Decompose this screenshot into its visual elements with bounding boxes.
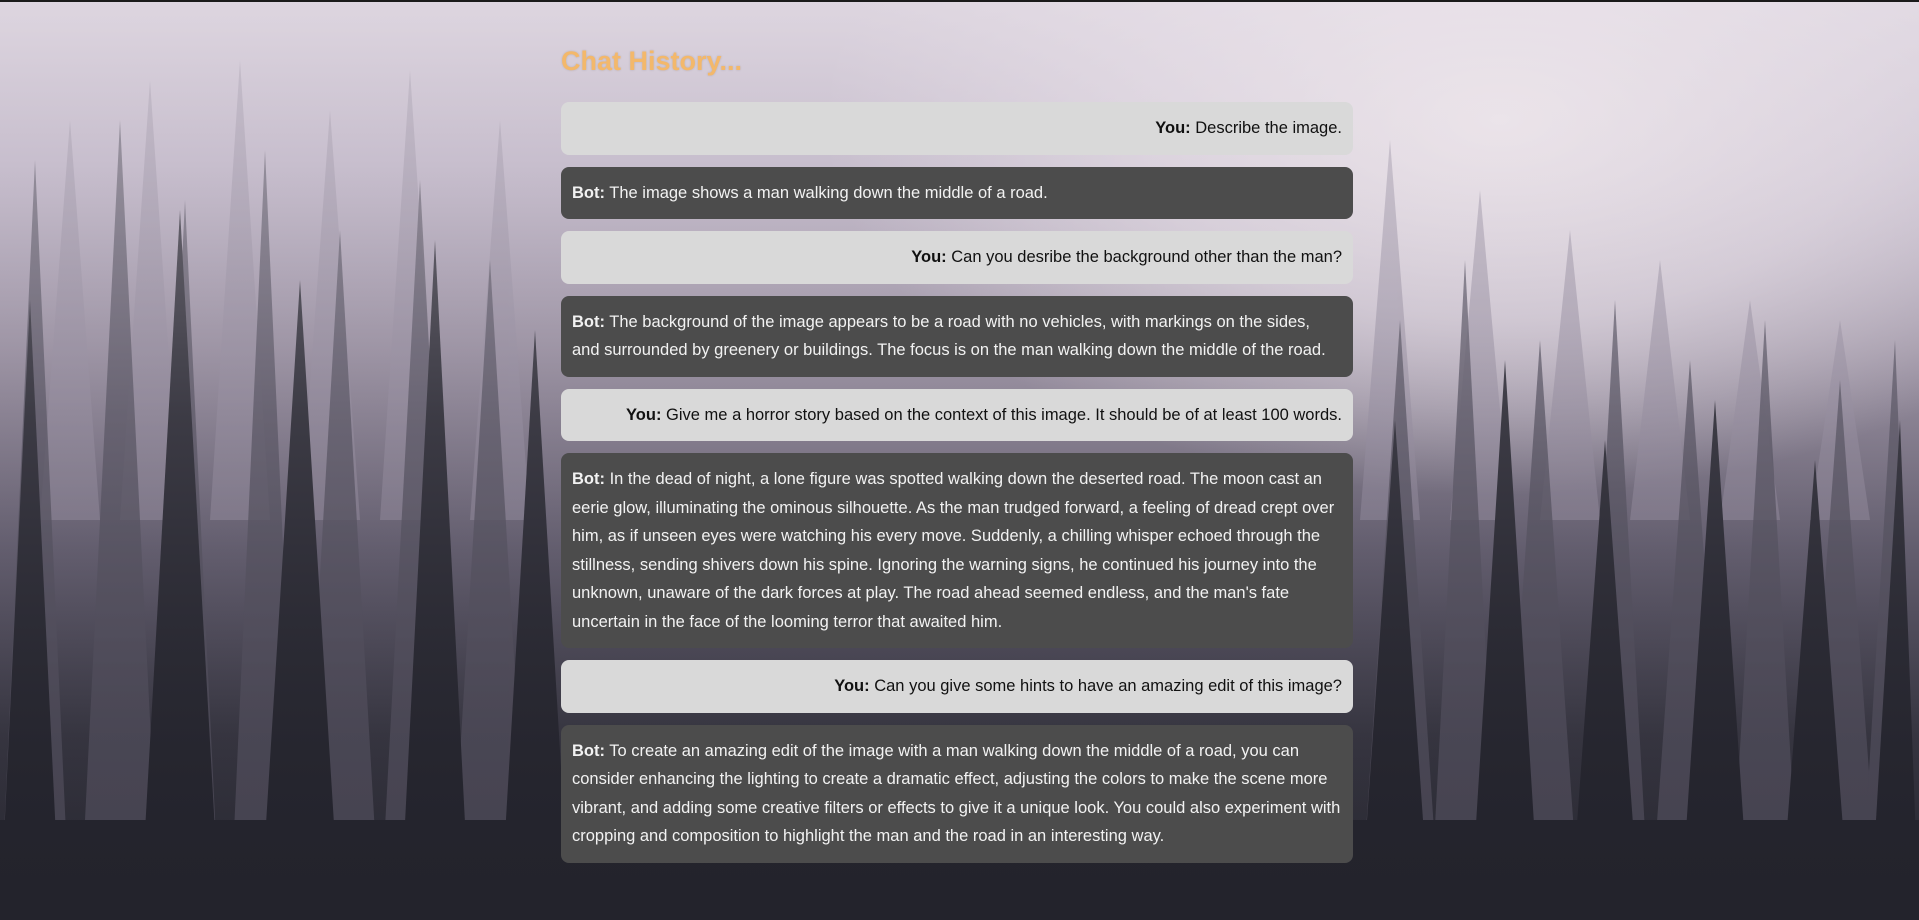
message-text: Can you desribe the background other tha… [951,248,1342,266]
speaker-label: You: [834,677,870,695]
top-border [0,0,1919,2]
message-text: Can you give some hints to have an amazi… [874,677,1342,695]
page-title: Chat History... [561,46,743,76]
message-text: The image shows a man walking down the m… [609,183,1048,202]
speaker-label: You: [1155,119,1191,137]
bot-message: Bot: To create an amazing edit of the im… [561,724,1353,863]
bot-message: Bot: The background of the image appears… [561,295,1353,377]
user-message: You: Give me a horror story based on the… [561,388,1353,441]
message-text: The background of the image appears to b… [572,312,1326,360]
speaker-label: Bot: [572,312,605,331]
bot-message: Bot: The image shows a man walking down … [561,166,1353,219]
user-message: You: Can you give some hints to have an … [561,660,1353,713]
message-list: You: Describe the image. Bot: The image … [561,102,1353,863]
message-text: In the dead of night, a lone figure was … [572,470,1335,631]
user-message: You: Describe the image. [561,102,1353,155]
speaker-label: You: [911,248,947,266]
speaker-label: Bot: [572,183,605,202]
speaker-label: Bot: [572,470,605,488]
bot-message: Bot: In the dead of night, a lone figure… [561,453,1353,648]
message-text: To create an amazing edit of the image w… [572,741,1341,846]
user-message: You: Can you desribe the background othe… [561,231,1353,284]
speaker-label: You: [626,405,662,424]
speaker-label: Bot: [572,741,605,760]
message-text: Give me a horror story based on the cont… [666,405,1342,424]
chat-history-panel: Chat History... You: Describe the image.… [561,40,1353,875]
message-text: Describe the image. [1195,119,1342,137]
